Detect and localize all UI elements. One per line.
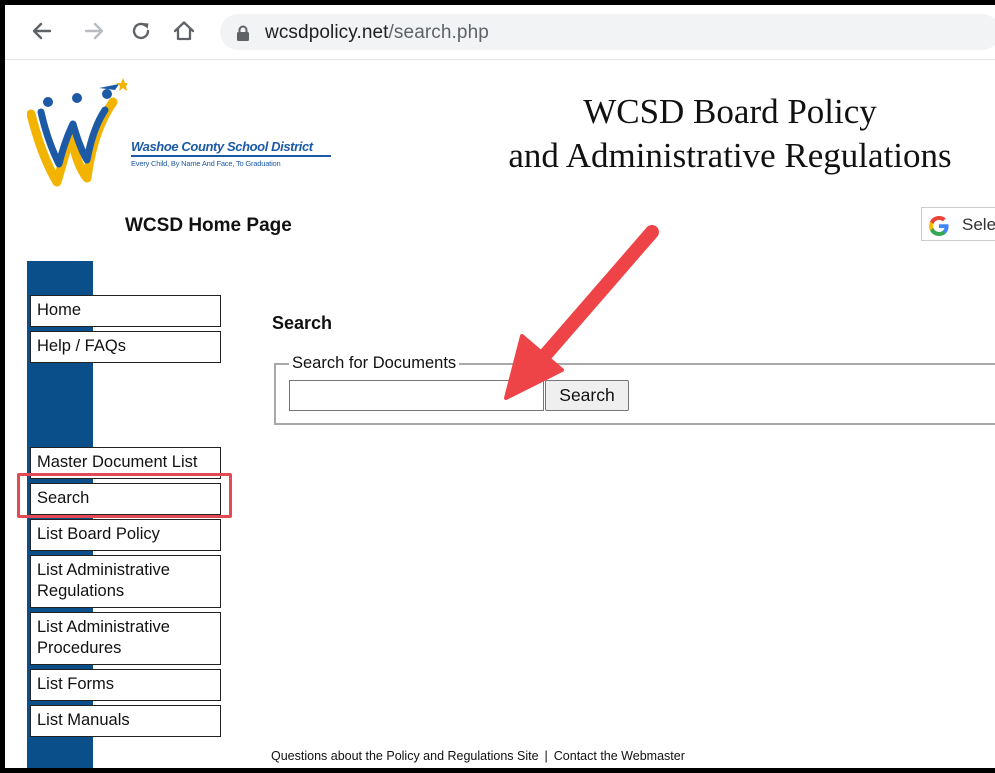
search-fieldset-legend: Search for Documents [289,354,460,373]
url-path: /search.php [388,22,489,43]
search-highlight-box [17,473,232,518]
google-translate-select[interactable]: Sele [921,207,995,241]
browser-toolbar: wcsdpolicy.net/search.php [5,5,995,60]
reload-icon [132,22,150,40]
url-domain: wcsdpolicy.net [265,22,389,43]
sidebar-item-list-board-policy[interactable]: List Board Policy [30,519,221,551]
translate-label: Sele [962,215,995,234]
logo-tagline: Every Child, By Name And Face, To Gradua… [131,159,281,168]
annotation-arrow-icon [504,225,659,400]
site-title: WCSD Board Policy and Administrative Reg… [475,90,985,178]
site-title-line1: WCSD Board Policy [583,92,877,131]
sidebar-item-list-administrative-procedures[interactable]: List Administrative Procedures [30,612,221,665]
district-logo[interactable]: Washoe County School District Every Chil… [27,78,331,188]
logo-divider [131,155,331,157]
back-button[interactable] [29,18,55,44]
footer: Questions about the Policy and Regulatio… [271,749,685,763]
home-button[interactable] [171,18,197,44]
lock-icon [237,25,249,41]
forward-arrow-icon [84,22,104,40]
back-arrow-icon [32,22,52,40]
sidebar-item-list-administrative-regulations[interactable]: List Administrative Regulations [30,555,221,608]
footer-link-policy-site-questions[interactable]: Questions about the Policy and Regulatio… [271,749,539,763]
footer-link-contact-webmaster[interactable]: Contact the Webmaster [554,749,685,763]
sidebar-item-list-manuals[interactable]: List Manuals [30,705,221,737]
page-heading: Search [272,313,333,333]
home-icon [173,21,195,41]
site-title-line2: and Administrative Regulations [508,136,952,175]
sidebar-item-list-forms[interactable]: List Forms [30,669,221,701]
address-bar[interactable]: wcsdpolicy.net/search.php [220,14,995,50]
screenshot-frame: wcsdpolicy.net/search.php Washoe County … [0,0,995,773]
forward-button[interactable] [81,18,107,44]
google-g-icon [929,216,949,236]
wcsd-home-link[interactable]: WCSD Home Page [125,215,292,237]
url-text: wcsdpolicy.net/search.php [265,22,489,44]
web-page: Washoe County School District Every Chil… [5,60,995,768]
wcsd-logo-mark-icon [27,78,127,187]
logo-name: Washoe County School District [131,139,313,154]
sidebar-item-home[interactable]: Home [30,295,221,327]
footer-separator: | [544,749,548,763]
reload-button[interactable] [128,18,154,44]
sidebar-item-help-faqs[interactable]: Help / FAQs [30,331,221,363]
